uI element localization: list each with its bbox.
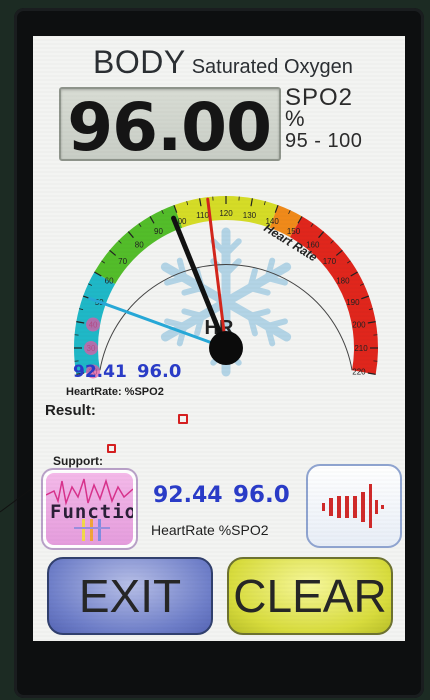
spo2-lcd-display: 96.00 — [59, 87, 281, 166]
title-sub: Saturated Oxygen — [191, 56, 353, 78]
gauge-tick-label: 210 — [354, 344, 368, 353]
function-button[interactable]: Function — [43, 470, 136, 548]
gauge-tick-label: 80 — [135, 241, 144, 250]
device-screen: BODY Saturated Oxygen 96.00 SPO2 % 95 - 1… — [33, 36, 405, 641]
gauge-hub — [209, 331, 243, 365]
spo2-value: 96.00 — [67, 89, 272, 166]
exit-button[interactable]: EXIT — [47, 557, 213, 635]
gauge-zone-marker — [86, 317, 101, 332]
gauge-tick-label: 170 — [323, 257, 337, 266]
audio-wave-button[interactable] — [306, 464, 402, 548]
support-indicator — [107, 444, 116, 453]
function-button-face: Function — [46, 473, 133, 545]
audio-wave-icon — [322, 484, 384, 528]
gauge-tick-label: 200 — [352, 321, 366, 330]
snowflake-branch — [164, 275, 188, 286]
result-indicator — [178, 414, 188, 424]
snowflake-branch — [247, 308, 271, 319]
readout-spo2-bottom: 96.0 — [233, 482, 290, 508]
gauge-tick-label: 60 — [105, 277, 114, 286]
readout-labels-bottom: HeartRate %SPO2 — [151, 522, 269, 538]
snowflake-branch — [181, 285, 205, 296]
gauge-tick-label: 220 — [352, 367, 366, 376]
clear-button[interactable]: CLEAR — [227, 557, 393, 635]
gauge-tick-label: 180 — [336, 277, 350, 286]
normal-range: 95 - 100 — [285, 130, 363, 152]
gauge-tick-label: 120 — [219, 209, 233, 218]
readout-heart-rate-top: 92.41 — [73, 362, 127, 382]
readout-labels-top: HeartRate: %SPO2 — [66, 386, 164, 398]
result-label: Result: — [45, 402, 96, 419]
function-button-label: Function — [50, 501, 133, 523]
gauge-tick-label: 70 — [118, 257, 127, 266]
readout-heart-rate-bottom: 92.44 — [153, 483, 223, 508]
support-label: Support: — [53, 454, 103, 468]
gauge-tick-label: 90 — [154, 227, 163, 236]
gauge-zone-marker — [84, 341, 98, 355]
gauge-tick-label: 110 — [196, 211, 209, 220]
page-title: BODY Saturated Oxygen — [93, 44, 353, 81]
readout-spo2-top: 96.0 — [137, 361, 182, 382]
title-main: BODY — [93, 44, 186, 80]
unit-symbol: % — [285, 106, 305, 131]
snowflake-branch — [264, 318, 288, 329]
gauge-tick-label: 190 — [346, 298, 360, 307]
gauge-tick-label: 130 — [243, 211, 257, 220]
